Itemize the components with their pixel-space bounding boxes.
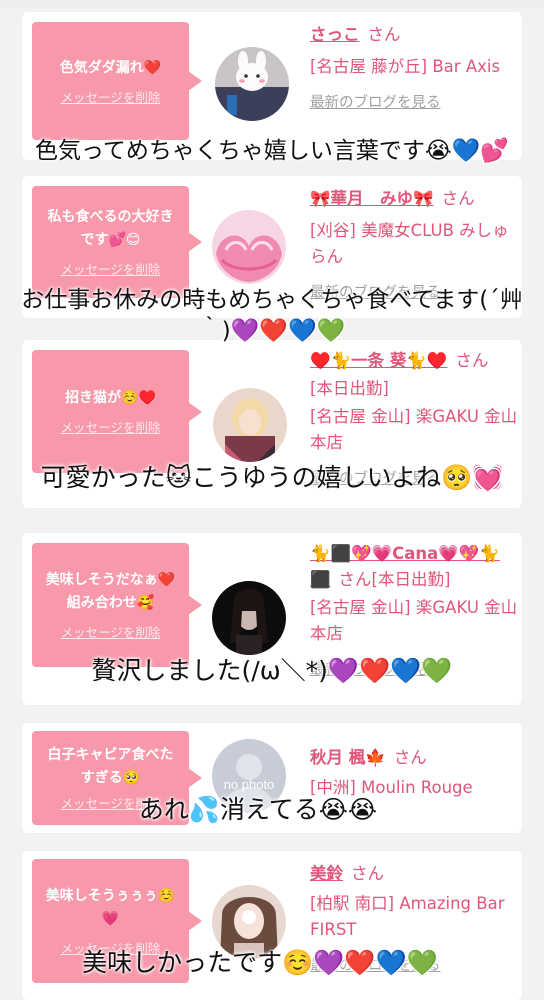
delete-message-link[interactable]: メッセージを削除 [61, 420, 161, 436]
shop-name[interactable]: [柏駅 南口] Amazing Bar FIRST [310, 891, 520, 943]
shop-name[interactable]: [名古屋 金山] 楽GAKU 金山本店 [310, 595, 520, 647]
delete-message-link[interactable]: メッセージを削除 [61, 90, 161, 106]
overlay-caption: 贅沢しました(/ω＼*)💜❤️💙💚 [91, 656, 453, 685]
user-name-link[interactable]: ♥️🐈一条 葵🐈♥️ [310, 351, 447, 370]
overlay-caption: 色気ってめちゃくちゃ嬉しい言葉です😭💙💕 [35, 138, 509, 164]
overlay-caption: 可愛かった🐱こうゆうの嬉しいよね🥺💓 [40, 463, 504, 492]
latest-blog-link[interactable]: 最新のブログを見る [310, 90, 520, 116]
honorific: さん [441, 189, 475, 208]
message-text: 色気ダダ漏れ❤️ [59, 59, 162, 76]
user-name-link[interactable]: 美鈴 [310, 864, 343, 883]
overlay-caption: お仕事お休みの時もめちゃくちゃ食べてます(´艸｀)💜❤️💙💚 [21, 287, 523, 344]
user-name-link[interactable]: さっこ [310, 25, 360, 44]
message-text: 招き猫が☺️♥️ [65, 390, 156, 406]
avatar[interactable] [215, 47, 289, 121]
work-status: [本日出勤] [371, 570, 451, 589]
message-text: 美味しそうぅぅぅ☺️💗 [45, 888, 176, 927]
honorific: さん [455, 351, 489, 370]
shop-name[interactable]: [刈谷] 美魔女CLUB みしゅらん [310, 218, 520, 270]
overlay-caption: あれ💦消えてる😭😭 [138, 795, 378, 824]
name-line: 🎀華月 みゆ🎀 さん [310, 186, 520, 212]
message-bubble: 色気ダダ漏れ❤️ メッセージを削除 [32, 22, 202, 140]
user-info: 秋月 楓🍁 さん [中洲] Moulin Rouge [310, 745, 520, 801]
avatar[interactable] [213, 388, 287, 462]
honorific: さん [393, 748, 427, 767]
message-bubble: 美味しそうだなぁ❤️組み合わせ🥰 メッセージを削除 [32, 543, 202, 667]
message-text: 美味しそうだなぁ❤️組み合わせ🥰 [45, 572, 176, 611]
name-line: 美鈴 さん [310, 861, 520, 887]
name-line: 秋月 楓🍁 さん [310, 745, 520, 771]
shop-name[interactable]: [名古屋 藤が丘] Bar Axis [310, 54, 520, 80]
user-info: さっこ さん [名古屋 藤が丘] Bar Axis 最新のブログを見る [310, 22, 520, 116]
user-name-link[interactable]: 🎀華月 みゆ🎀 [310, 189, 434, 208]
honorific: さん [367, 25, 401, 44]
work-status: [本日出勤] [310, 379, 389, 398]
message-text: 白子キャビア食べたすぎる🥺 [47, 747, 174, 786]
shop-name[interactable]: [名古屋 金山] 楽GAKU 金山本店 [310, 404, 520, 456]
avatar[interactable] [212, 581, 286, 655]
name-line: ♥️🐈一条 葵🐈♥️ さん [310, 348, 520, 374]
delete-message-link[interactable]: メッセージを削除 [61, 262, 161, 278]
overlay-caption: 美味しかったです☺️💜❤️💙💚 [82, 948, 438, 977]
message-bubble: 私も食べるの大好きです💕😊 メッセージを削除 [32, 186, 202, 298]
delete-message-link[interactable]: メッセージを削除 [61, 625, 161, 641]
honorific: さん [338, 570, 372, 589]
name-line: さっこ さん [310, 22, 520, 48]
avatar[interactable] [212, 210, 286, 284]
message-bubble: 招き猫が☺️♥️ メッセージを削除 [32, 350, 202, 473]
no-photo-label: no photo [224, 777, 275, 792]
name-line: 🐈⬛💖💗Cana💗💖🐈⬛ さん[本日出勤] [310, 541, 520, 593]
message-text: 私も食べるの大好きです💕😊 [47, 209, 174, 248]
top-divider [0, 0, 544, 8]
honorific: さん [351, 864, 384, 883]
user-name-link[interactable]: 秋月 楓🍁 [310, 748, 386, 767]
